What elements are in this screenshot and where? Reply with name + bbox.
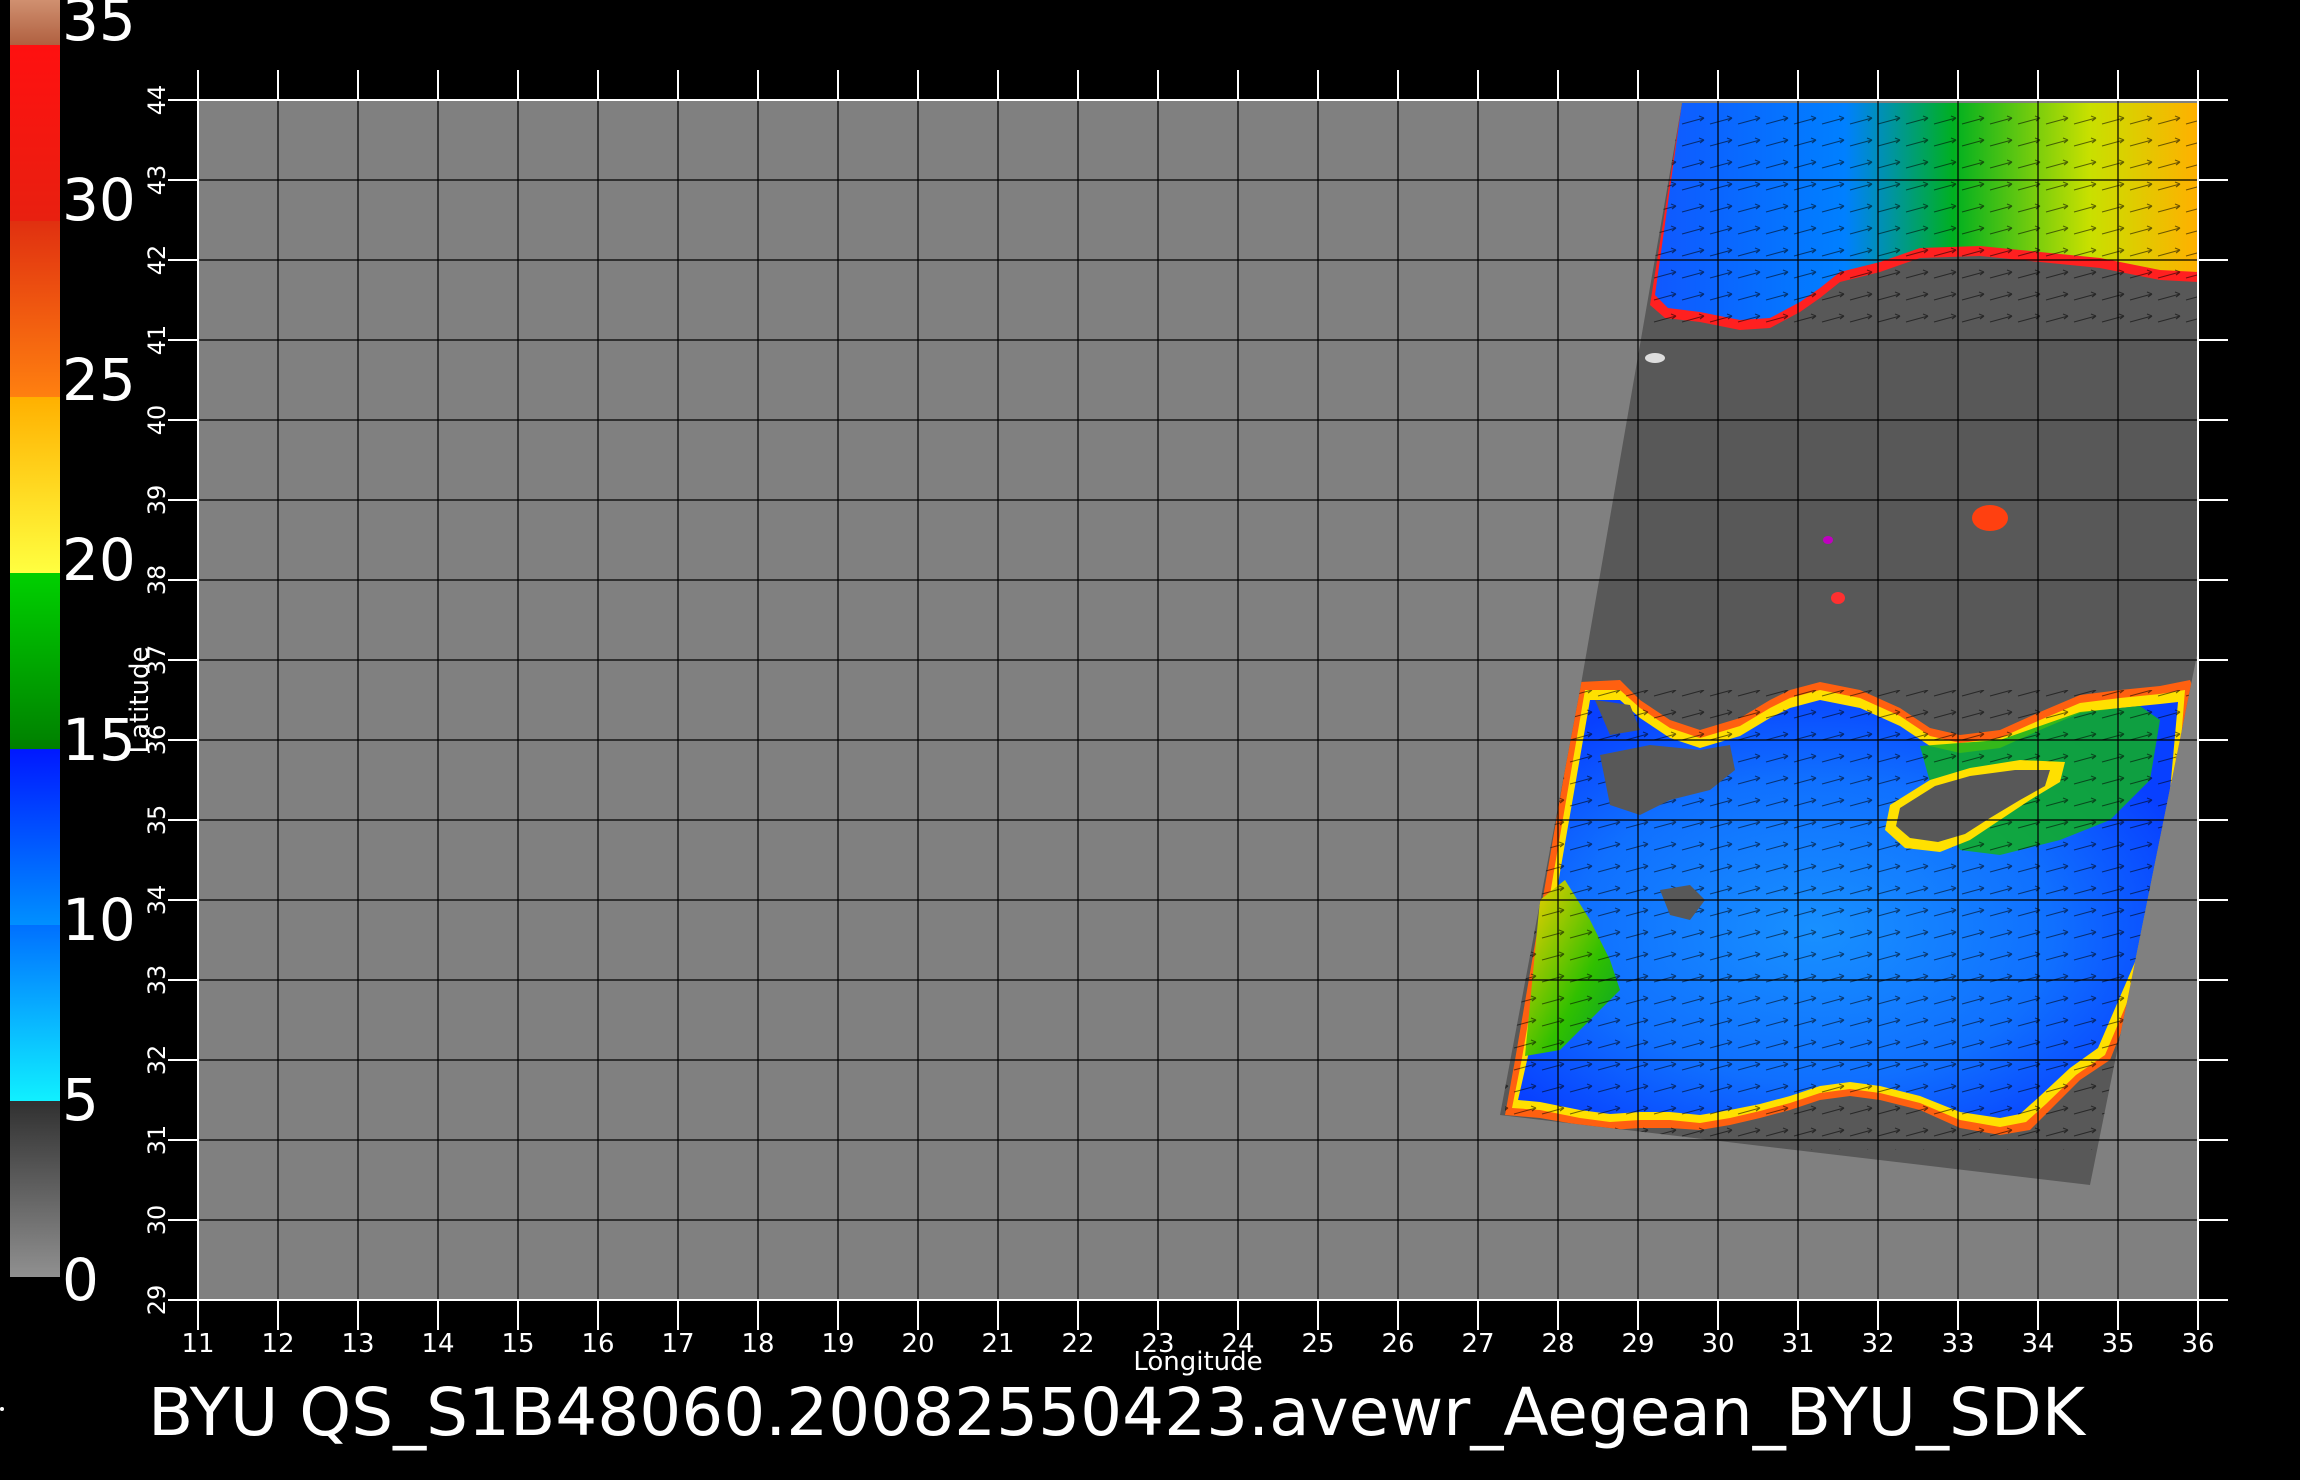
y-tick-label-35: 35 <box>143 805 171 836</box>
y-tick-label-40: 40 <box>143 405 171 436</box>
y-tick-label-42: 42 <box>143 245 171 276</box>
lake-small-2 <box>1823 536 1833 544</box>
colorbar-label-25: 25 <box>62 346 136 414</box>
x-tick-label-34: 34 <box>2021 1329 2054 1359</box>
x-tick-label-27: 27 <box>1461 1329 1494 1359</box>
y-tick-label-34: 34 <box>143 885 171 916</box>
y-tick-label-29: 29 <box>143 1285 171 1316</box>
y-tick-label-43: 43 <box>143 165 171 196</box>
colorbar-segment-25 <box>10 221 60 397</box>
lake-tuz <box>1972 505 2008 531</box>
x-tick-label-21: 21 <box>981 1329 1014 1359</box>
colorbar-label-35: 35 <box>62 0 136 54</box>
figure-title: BYU QS_S1B48060.20082550423.avewr_Aegean… <box>148 1374 2087 1451</box>
black-sea-wind-arrows <box>1650 103 2198 323</box>
x-tick-label-36: 36 <box>2181 1329 2214 1359</box>
x-tick-label-28: 28 <box>1541 1329 1574 1359</box>
colorbar-label-0: 0 <box>62 1246 99 1314</box>
colorbar-label-5: 5 <box>62 1066 99 1134</box>
x-tick-label-32: 32 <box>1861 1329 1894 1359</box>
x-tick-label-16: 16 <box>581 1329 614 1359</box>
colorbar-segment-5 <box>10 925 60 1101</box>
x-tick-label-18: 18 <box>741 1329 774 1359</box>
x-tick-label-35: 35 <box>2101 1329 2134 1359</box>
y-tick-label-33: 33 <box>143 965 171 996</box>
x-tick-label-31: 31 <box>1781 1329 1814 1359</box>
colorbar: 35 30 25 20 15 10 5 0 <box>10 0 136 1314</box>
y-tick-label-31: 31 <box>143 1125 171 1156</box>
x-tick-label-15: 15 <box>501 1329 534 1359</box>
x-tick-label-33: 33 <box>1941 1329 1974 1359</box>
x-tick-label-14: 14 <box>421 1329 454 1359</box>
colorbar-segment-30 <box>10 45 60 221</box>
colorbar-segment-20 <box>10 397 60 573</box>
lake-small-1 <box>1831 592 1845 604</box>
y-tick-label-39: 39 <box>143 485 171 516</box>
left-edge-dot <box>0 1407 4 1411</box>
x-tick-label-12: 12 <box>261 1329 294 1359</box>
y-tick-label-38: 38 <box>143 565 171 596</box>
x-tick-label-19: 19 <box>821 1329 854 1359</box>
x-tick-label-20: 20 <box>901 1329 934 1359</box>
colorbar-segment-15 <box>10 573 60 749</box>
x-tick-label-17: 17 <box>661 1329 694 1359</box>
y-tick-label-32: 32 <box>143 1045 171 1076</box>
y-tick-label-44: 44 <box>143 85 171 116</box>
x-tick-label-26: 26 <box>1381 1329 1414 1359</box>
colorbar-label-20: 20 <box>62 526 136 594</box>
x-tick-label-22: 22 <box>1061 1329 1094 1359</box>
x-tick-label-13: 13 <box>341 1329 374 1359</box>
y-axis-label: Latitude <box>125 646 155 753</box>
x-tick-label-11: 11 <box>181 1329 214 1359</box>
colorbar-label-30: 30 <box>62 166 136 234</box>
colorbar-segment-0 <box>10 1101 60 1277</box>
colorbar-segment-35 <box>10 0 60 45</box>
colorbar-segment-10 <box>10 749 60 925</box>
wind-map-figure: 35 30 25 20 15 10 5 0 11 12 13 14 15 16 … <box>0 0 2228 1451</box>
x-tick-label-25: 25 <box>1301 1329 1334 1359</box>
y-tick-label-41: 41 <box>143 325 171 356</box>
colorbar-label-10: 10 <box>62 886 136 954</box>
x-tick-label-29: 29 <box>1621 1329 1654 1359</box>
marmara-patch <box>1645 353 1665 363</box>
x-axis-label: Longitude <box>1133 1347 1262 1377</box>
map-panel: 11 12 13 14 15 16 17 18 19 20 21 22 23 24 25 26 27 28 29 30… <box>125 70 2228 1377</box>
y-tick-label-30: 30 <box>143 1205 171 1236</box>
x-tick-label-30: 30 <box>1701 1329 1734 1359</box>
